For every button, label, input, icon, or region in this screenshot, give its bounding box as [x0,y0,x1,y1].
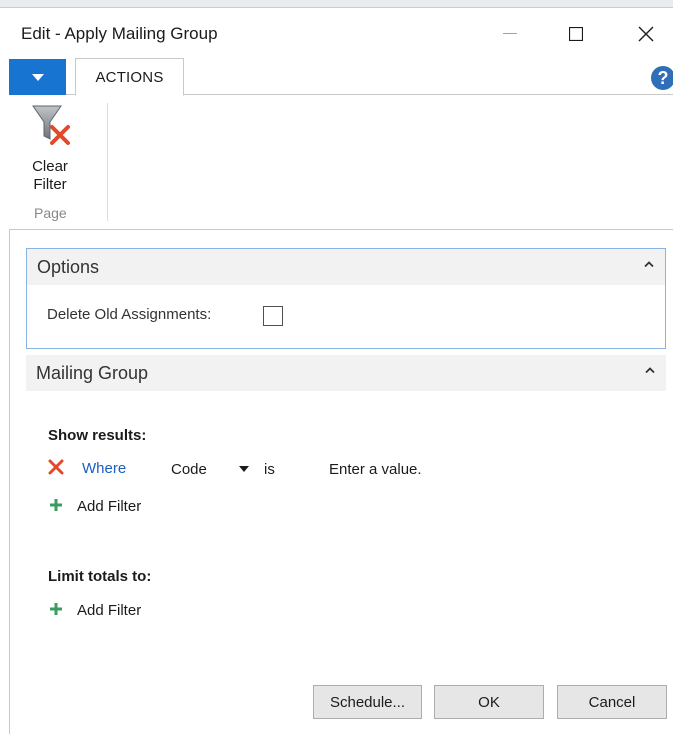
title-bar: Edit - Apply Mailing Group [0,8,673,56]
maximize-button[interactable] [553,16,599,52]
clear-filter-label: Clear Filter [32,158,68,193]
window-title: Edit - Apply Mailing Group [21,24,218,43]
add-filter-button[interactable]: Add Filter [48,495,188,517]
tab-actions-label: ACTIONS [95,68,164,86]
clear-filter-button[interactable]: Clear Filter [22,103,82,203]
mailing-group-header[interactable]: Mailing Group [26,355,666,391]
ok-button[interactable]: OK [434,685,544,719]
ribbon-tab-bar: ACTIONS ? [9,58,673,96]
mailing-group-title: Mailing Group [36,363,149,383]
add-filter-label: Add Filter [77,602,142,619]
dropdown-arrow-icon[interactable] [239,466,249,472]
limit-totals-label: Limit totals to: [48,568,152,585]
add-filter-label: Add Filter [77,498,142,515]
plus-icon [50,603,62,615]
ribbon-group-label: Page [34,205,67,221]
delete-old-assignments-label: Delete Old Assignments: [47,306,212,323]
plus-icon [50,499,62,511]
x-icon[interactable] [48,459,64,475]
app-menu-button[interactable] [9,59,66,95]
help-icon[interactable]: ? [651,66,673,90]
schedule-button[interactable]: Schedule... [313,685,422,719]
background-window-strip [0,0,673,8]
filter-field[interactable]: Code [171,461,207,478]
delete-old-assignments-checkbox[interactable] [263,306,283,326]
filter-value-input[interactable]: Enter a value. [329,461,422,478]
content-left-border [9,230,10,734]
cancel-button[interactable]: Cancel [557,685,667,719]
chevron-up-icon [645,367,655,373]
options-section: Options Delete Old Assignments: [26,248,666,349]
minimize-icon [503,33,517,34]
chevron-down-icon [31,73,44,81]
show-results-label: Show results: [48,427,147,444]
chevron-up-icon [644,261,654,267]
options-header[interactable]: Options [27,249,665,285]
tab-actions[interactable]: ACTIONS [75,58,184,96]
maximize-icon [569,27,583,41]
ribbon-group-divider [107,103,108,221]
options-title: Options [37,257,100,277]
add-filter-button[interactable]: Add Filter [48,599,188,621]
filter-row: Where Code is Enter a value. [48,458,468,480]
close-button[interactable] [623,16,669,52]
where-link[interactable]: Where [82,460,126,477]
minimize-button[interactable] [487,16,533,52]
close-icon [638,26,654,42]
funnel-x-icon [32,105,70,145]
ribbon-body: Clear Filter Page [9,95,673,230]
filter-operator: is [264,461,275,478]
